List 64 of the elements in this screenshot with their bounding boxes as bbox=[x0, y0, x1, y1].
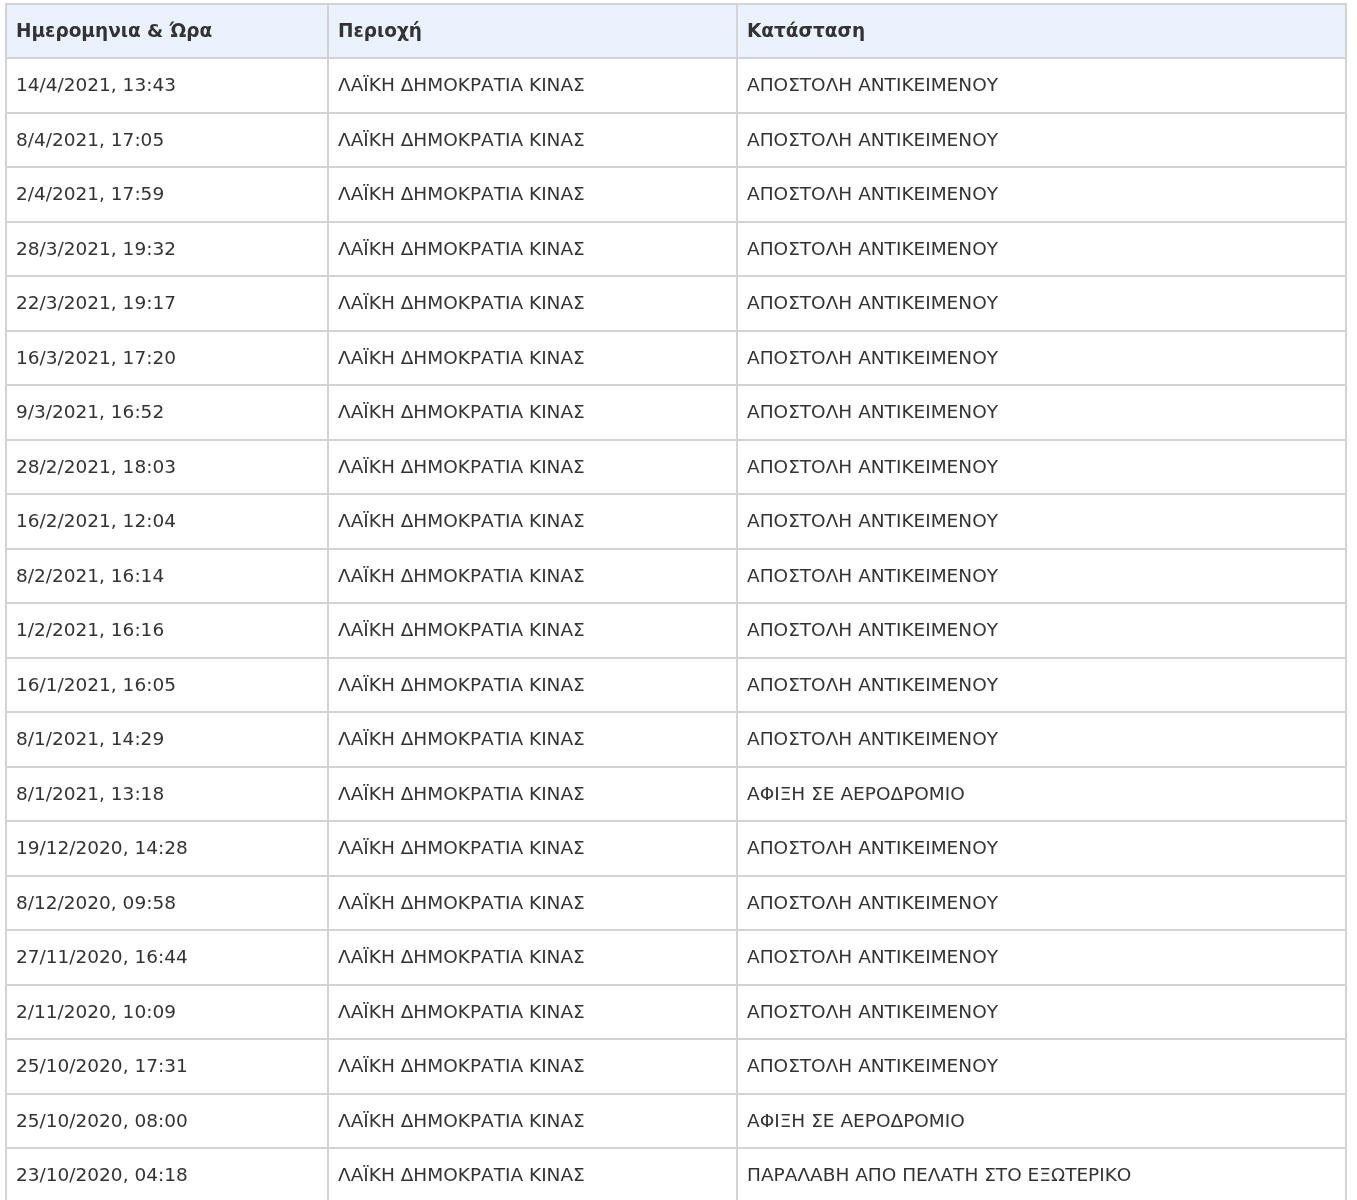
table-cell: ΑΠΟΣΤΟΛΗ ΑΝΤΙΚΕΙΜΕΝΟΥ bbox=[737, 385, 1346, 440]
column-header: Ημερομηνια & Ώρα bbox=[6, 4, 328, 58]
table-cell: 1/2/2021, 16:16 bbox=[6, 603, 328, 658]
table-cell: ΑΠΟΣΤΟΛΗ ΑΝΤΙΚΕΙΜΕΝΟΥ bbox=[737, 167, 1346, 222]
table-cell: ΛΑΪΚΗ ΔΗΜΟΚΡΑΤΙΑ ΚΙΝΑΣ bbox=[328, 875, 737, 930]
table-cell: 25/10/2020, 08:00 bbox=[6, 1093, 328, 1148]
table-cell: ΛΑΪΚΗ ΔΗΜΟΚΡΑΤΙΑ ΚΙΝΑΣ bbox=[328, 494, 737, 549]
table-cell: 28/2/2021, 18:03 bbox=[6, 439, 328, 494]
table-cell: ΛΑΪΚΗ ΔΗΜΟΚΡΑΤΙΑ ΚΙΝΑΣ bbox=[328, 112, 737, 167]
table-cell: ΑΠΟΣΤΟΛΗ ΑΝΤΙΚΕΙΜΕΝΟΥ bbox=[737, 712, 1346, 767]
table-cell: ΛΑΪΚΗ ΔΗΜΟΚΡΑΤΙΑ ΚΙΝΑΣ bbox=[328, 657, 737, 712]
table-cell: 16/1/2021, 16:05 bbox=[6, 657, 328, 712]
table-cell: ΛΑΪΚΗ ΔΗΜΟΚΡΑΤΙΑ ΚΙΝΑΣ bbox=[328, 276, 737, 331]
table-cell: ΑΠΟΣΤΟΛΗ ΑΝΤΙΚΕΙΜΕΝΟΥ bbox=[737, 548, 1346, 603]
table-cell: 8/1/2021, 13:18 bbox=[6, 766, 328, 821]
table-cell: 28/3/2021, 19:32 bbox=[6, 221, 328, 276]
table-cell: ΛΑΪΚΗ ΔΗΜΟΚΡΑΤΙΑ ΚΙΝΑΣ bbox=[328, 58, 737, 113]
table-cell: 14/4/2021, 13:43 bbox=[6, 58, 328, 113]
table-cell: ΛΑΪΚΗ ΔΗΜΟΚΡΑΤΙΑ ΚΙΝΑΣ bbox=[328, 766, 737, 821]
table-cell: ΛΑΪΚΗ ΔΗΜΟΚΡΑΤΙΑ ΚΙΝΑΣ bbox=[328, 712, 737, 767]
table-cell: ΛΑΪΚΗ ΔΗΜΟΚΡΑΤΙΑ ΚΙΝΑΣ bbox=[328, 385, 737, 440]
table-cell: 8/1/2021, 14:29 bbox=[6, 712, 328, 767]
table-cell: ΑΠΟΣΤΟΛΗ ΑΝΤΙΚΕΙΜΕΝΟΥ bbox=[737, 657, 1346, 712]
table-cell: ΑΠΟΣΤΟΛΗ ΑΝΤΙΚΕΙΜΕΝΟΥ bbox=[737, 276, 1346, 331]
column-header: Περιοχή bbox=[328, 4, 737, 58]
table-cell: 8/12/2020, 09:58 bbox=[6, 875, 328, 930]
table-cell: ΑΠΟΣΤΟΛΗ ΑΝΤΙΚΕΙΜΕΝΟΥ bbox=[737, 58, 1346, 113]
table-cell: 22/3/2021, 19:17 bbox=[6, 276, 328, 331]
table-cell: ΛΑΪΚΗ ΔΗΜΟΚΡΑΤΙΑ ΚΙΝΑΣ bbox=[328, 1039, 737, 1094]
table-cell: ΑΠΟΣΤΟΛΗ ΑΝΤΙΚΕΙΜΕΝΟΥ bbox=[737, 494, 1346, 549]
table-cell: ΑΠΟΣΤΟΛΗ ΑΝΤΙΚΕΙΜΕΝΟΥ bbox=[737, 439, 1346, 494]
table-cell: ΑΠΟΣΤΟΛΗ ΑΝΤΙΚΕΙΜΕΝΟΥ bbox=[737, 221, 1346, 276]
table-cell: 19/12/2020, 14:28 bbox=[6, 821, 328, 876]
table-cell: ΑΠΟΣΤΟΛΗ ΑΝΤΙΚΕΙΜΕΝΟΥ bbox=[737, 112, 1346, 167]
table-cell: 16/2/2021, 12:04 bbox=[6, 494, 328, 549]
column-header: Κατάσταση bbox=[737, 4, 1346, 58]
table-cell: 8/2/2021, 16:14 bbox=[6, 548, 328, 603]
table-cell: ΑΦΙΞΗ ΣΕ ΑΕΡΟΔΡΟΜΙΟ bbox=[737, 766, 1346, 821]
table-cell: ΑΦΙΞΗ ΣΕ ΑΕΡΟΔΡΟΜΙΟ bbox=[737, 1093, 1346, 1148]
table-cell: ΑΠΟΣΤΟΛΗ ΑΝΤΙΚΕΙΜΕΝΟΥ bbox=[737, 984, 1346, 1039]
table-cell: 2/4/2021, 17:59 bbox=[6, 167, 328, 222]
table-cell: 25/10/2020, 17:31 bbox=[6, 1039, 328, 1094]
table-cell: ΛΑΪΚΗ ΔΗΜΟΚΡΑΤΙΑ ΚΙΝΑΣ bbox=[328, 548, 737, 603]
table-cell: ΛΑΪΚΗ ΔΗΜΟΚΡΑΤΙΑ ΚΙΝΑΣ bbox=[328, 330, 737, 385]
table-cell: 9/3/2021, 16:52 bbox=[6, 385, 328, 440]
table-cell: ΑΠΟΣΤΟΛΗ ΑΝΤΙΚΕΙΜΕΝΟΥ bbox=[737, 330, 1346, 385]
table-cell: ΑΠΟΣΤΟΛΗ ΑΝΤΙΚΕΙΜΕΝΟΥ bbox=[737, 1039, 1346, 1094]
table-cell: ΛΑΪΚΗ ΔΗΜΟΚΡΑΤΙΑ ΚΙΝΑΣ bbox=[328, 439, 737, 494]
table-cell: ΛΑΪΚΗ ΔΗΜΟΚΡΑΤΙΑ ΚΙΝΑΣ bbox=[328, 930, 737, 985]
table-cell: ΛΑΪΚΗ ΔΗΜΟΚΡΑΤΙΑ ΚΙΝΑΣ bbox=[328, 221, 737, 276]
table-cell: ΛΑΪΚΗ ΔΗΜΟΚΡΑΤΙΑ ΚΙΝΑΣ bbox=[328, 167, 737, 222]
table-cell: ΛΑΪΚΗ ΔΗΜΟΚΡΑΤΙΑ ΚΙΝΑΣ bbox=[328, 821, 737, 876]
table-cell: ΑΠΟΣΤΟΛΗ ΑΝΤΙΚΕΙΜΕΝΟΥ bbox=[737, 603, 1346, 658]
table-cell: 2/11/2020, 10:09 bbox=[6, 984, 328, 1039]
table-cell: ΛΑΪΚΗ ΔΗΜΟΚΡΑΤΙΑ ΚΙΝΑΣ bbox=[328, 984, 737, 1039]
table-cell: 16/3/2021, 17:20 bbox=[6, 330, 328, 385]
table-cell: 8/4/2021, 17:05 bbox=[6, 112, 328, 167]
table-cell: ΑΠΟΣΤΟΛΗ ΑΝΤΙΚΕΙΜΕΝΟΥ bbox=[737, 930, 1346, 985]
table-cell: 23/10/2020, 04:18 bbox=[6, 1148, 328, 1200]
table-cell: ΑΠΟΣΤΟΛΗ ΑΝΤΙΚΕΙΜΕΝΟΥ bbox=[737, 821, 1346, 876]
table-cell: ΛΑΪΚΗ ΔΗΜΟΚΡΑΤΙΑ ΚΙΝΑΣ bbox=[328, 603, 737, 658]
table-cell: ΛΑΪΚΗ ΔΗΜΟΚΡΑΤΙΑ ΚΙΝΑΣ bbox=[328, 1093, 737, 1148]
table-cell: ΑΠΟΣΤΟΛΗ ΑΝΤΙΚΕΙΜΕΝΟΥ bbox=[737, 875, 1346, 930]
table-cell: 27/11/2020, 16:44 bbox=[6, 930, 328, 985]
